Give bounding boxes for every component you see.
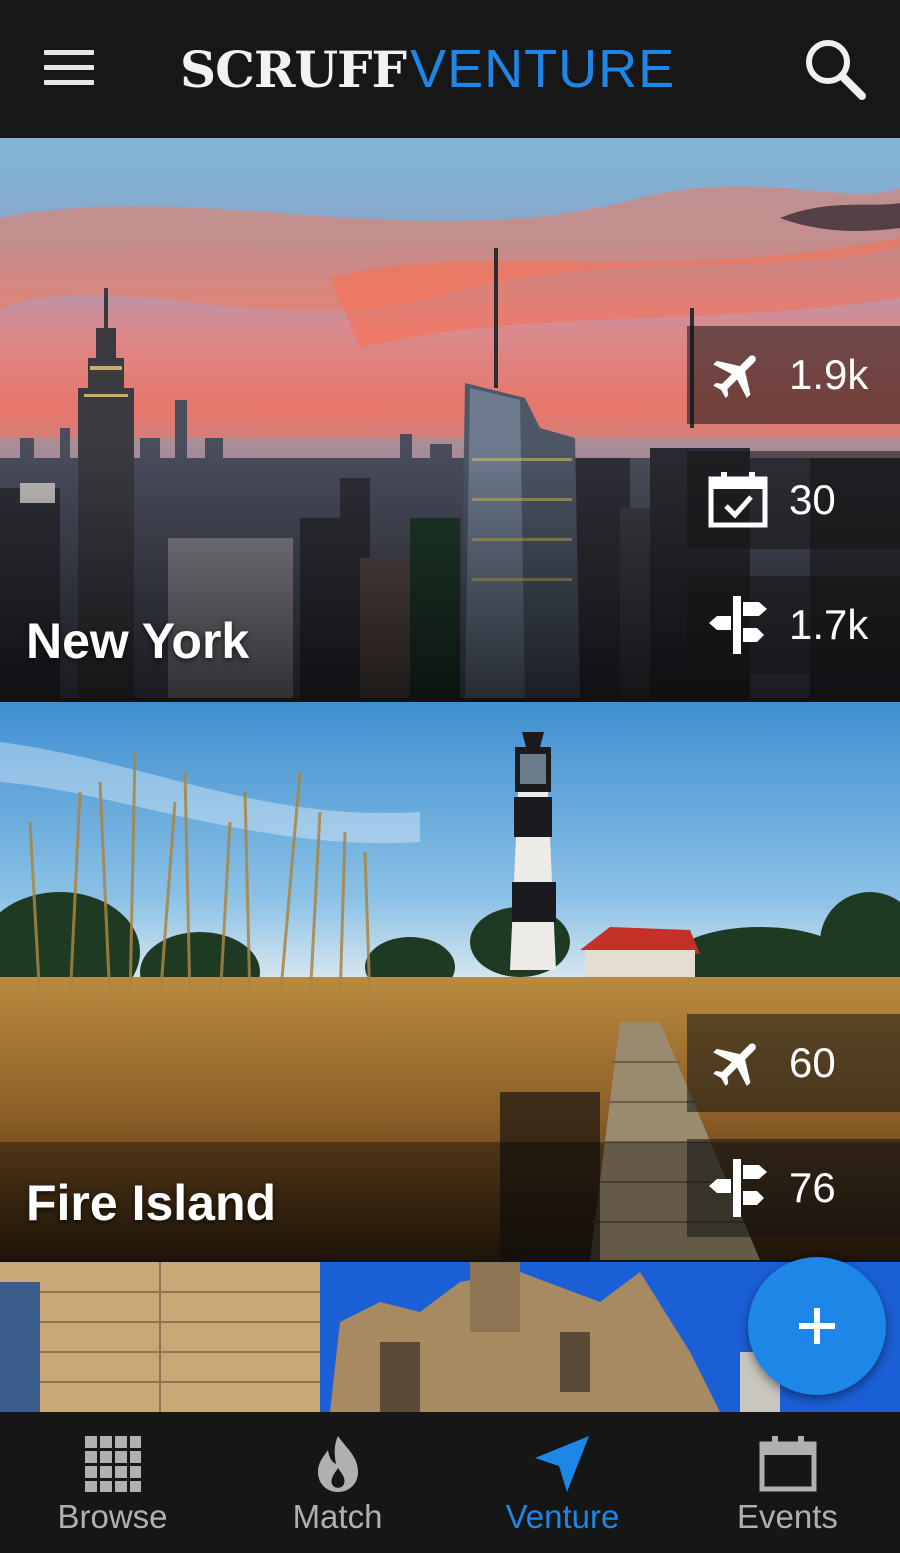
stat-travelers[interactable]: 1.9k — [687, 326, 900, 424]
app-header: SCRUFF VENTURE — [0, 0, 900, 138]
nav-browse[interactable]: Browse — [0, 1412, 225, 1553]
destination-card-fire-island[interactable]: Fire Island 60 76 — [0, 702, 900, 1260]
nav-label: Browse — [57, 1498, 168, 1535]
signpost-icon — [707, 1157, 769, 1219]
navigation-arrow-icon — [533, 1434, 593, 1494]
search-icon[interactable] — [802, 36, 868, 102]
stat-places[interactable]: 1.7k — [687, 576, 900, 674]
airplane-icon — [707, 344, 769, 406]
add-button[interactable] — [748, 1257, 886, 1395]
stat-value: 30 — [789, 476, 836, 523]
logo-scruff-text: SCRUFF — [180, 40, 407, 99]
nav-label: Events — [737, 1498, 838, 1535]
card-title: New York — [26, 613, 250, 669]
nav-label: Venture — [505, 1498, 620, 1535]
stat-places[interactable]: 76 — [687, 1139, 900, 1237]
stat-value: 76 — [789, 1164, 836, 1211]
app-logo: SCRUFF VENTURE — [180, 38, 676, 99]
grid-icon — [83, 1434, 143, 1494]
flame-icon — [308, 1434, 368, 1494]
stat-value: 60 — [789, 1039, 836, 1086]
plus-icon — [799, 1308, 835, 1344]
destination-card-new-york[interactable]: New York 1.9k 30 1.7k — [0, 138, 900, 698]
card-title: Fire Island — [26, 1175, 277, 1231]
nav-label: Match — [292, 1498, 383, 1535]
signpost-icon — [707, 594, 769, 656]
stat-travelers[interactable]: 60 — [687, 1014, 900, 1112]
nav-venture[interactable]: Venture — [450, 1412, 675, 1553]
stat-events[interactable]: 30 — [687, 451, 900, 549]
logo-venture-text: VENTURE — [410, 39, 676, 99]
stat-value: 1.9k — [789, 351, 869, 398]
nav-events[interactable]: Events — [675, 1412, 900, 1553]
bottom-navigation: Browse Match Venture Events — [0, 1412, 900, 1553]
stat-value: 1.7k — [789, 601, 869, 648]
airplane-icon — [707, 1032, 769, 1094]
calendar-check-icon — [707, 469, 769, 531]
calendar-icon — [758, 1434, 818, 1494]
nav-match[interactable]: Match — [225, 1412, 450, 1553]
menu-icon[interactable] — [44, 48, 96, 88]
